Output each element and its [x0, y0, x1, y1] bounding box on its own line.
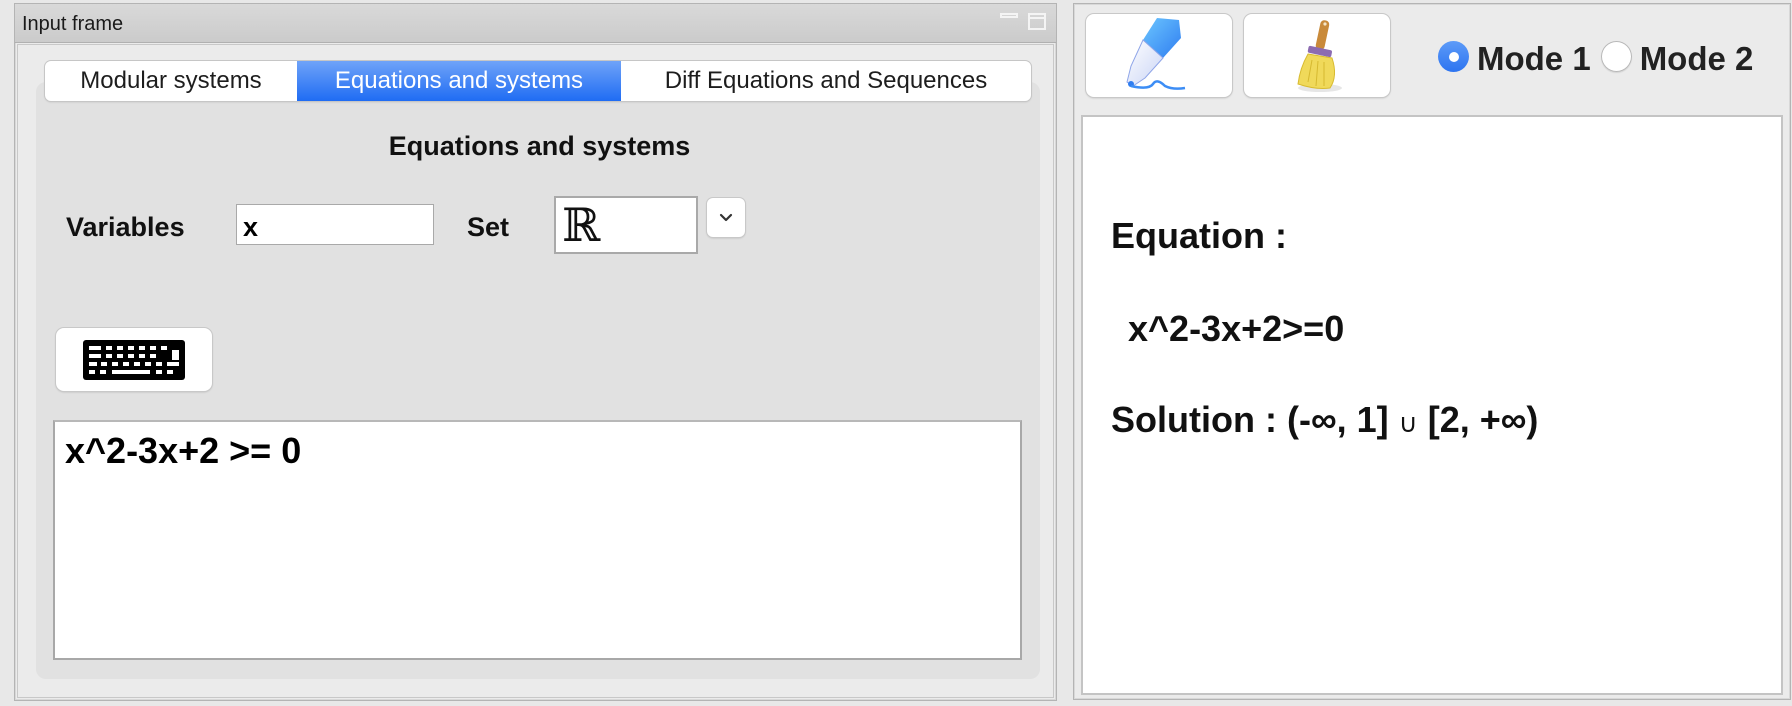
- minimize-icon[interactable]: [1000, 13, 1018, 18]
- maximize-icon[interactable]: [1028, 13, 1046, 30]
- mode-2-label[interactable]: Mode 2: [1640, 40, 1754, 78]
- edit-button[interactable]: [1086, 14, 1232, 97]
- set-selector[interactable]: ℝ: [554, 196, 698, 254]
- section-heading: Equations and systems: [388, 131, 691, 161]
- tab-diff-equations-and-sequences[interactable]: Diff Equations and Sequences: [621, 61, 1031, 101]
- pencil-eraser-icon: [1126, 17, 1186, 90]
- set-label: Set: [467, 212, 510, 242]
- expression-input[interactable]: x^2-3x+2 >= 0: [53, 420, 1022, 660]
- input-frame-content: Modular systems Equations and systems Di…: [17, 44, 1054, 698]
- broom-icon: [1297, 19, 1342, 92]
- tab-bar: Modular systems Equations and systems Di…: [45, 61, 1031, 101]
- result-solution: Solution : (-∞, 1] ∪ [2, +∞): [1111, 399, 1538, 441]
- chevron-down-icon: [719, 213, 733, 222]
- variables-label: Variables: [66, 212, 185, 242]
- mode-1-label[interactable]: Mode 1: [1477, 40, 1591, 78]
- union-symbol: ∪: [1398, 408, 1418, 438]
- keyboard-icon: [83, 339, 185, 380]
- mode-1-radio[interactable]: [1438, 40, 1469, 72]
- result-expression: x^2-3x+2>=0: [1128, 308, 1345, 349]
- solution-interval-right: [2, +∞): [1427, 399, 1539, 440]
- result-output: Equation : x^2-3x+2>=0 Solution : (-∞, 1…: [1081, 115, 1783, 695]
- output-frame: Mode 1 Mode 2 Equation : x^2-3x+2>=0 Sol…: [1073, 3, 1791, 700]
- input-frame-title-bar[interactable]: Input frame: [15, 4, 1056, 43]
- result-heading: Equation :: [1111, 215, 1287, 256]
- input-frame: Input frame Modular systems Equations an…: [14, 3, 1057, 701]
- virtual-keyboard-button[interactable]: [56, 328, 212, 391]
- clear-button[interactable]: [1244, 14, 1390, 97]
- tab-modular-systems[interactable]: Modular systems: [45, 61, 297, 101]
- variables-input[interactable]: [236, 204, 434, 245]
- tab-equations-and-systems[interactable]: Equations and systems: [297, 61, 621, 101]
- solution-label: Solution :: [1111, 399, 1277, 440]
- input-frame-title: Input frame: [22, 13, 124, 35]
- mode-radio-group: Mode 1 Mode 2: [1438, 37, 1763, 78]
- mode-2-radio[interactable]: [1600, 40, 1632, 72]
- solution-interval-left: (-∞, 1]: [1286, 399, 1389, 440]
- set-dropdown-button[interactable]: [707, 198, 745, 237]
